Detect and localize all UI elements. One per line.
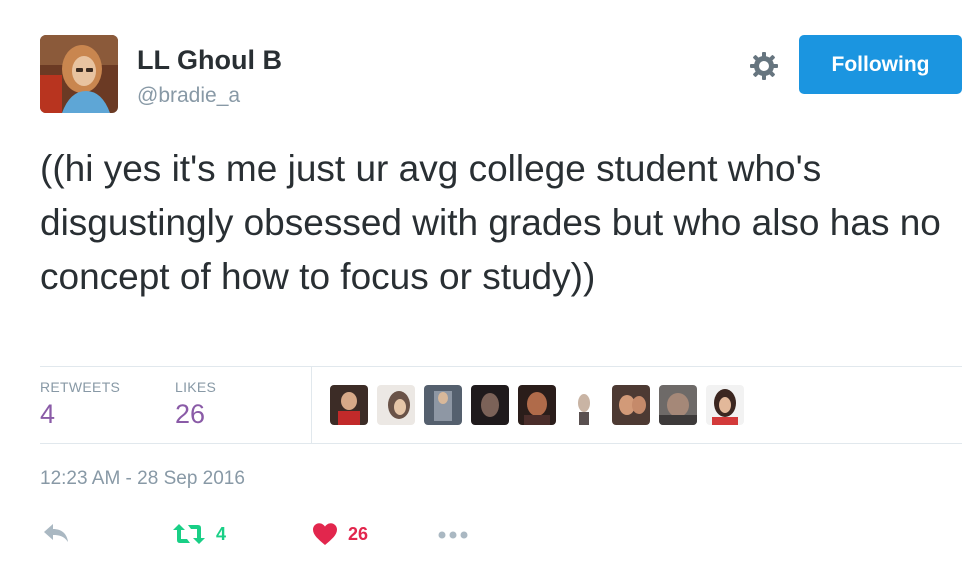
tweet-timestamp[interactable]: 12:23 AM - 28 Sep 2016 (40, 468, 245, 490)
retweets-label[interactable]: RETWEETS (40, 379, 120, 395)
liker-avatar[interactable] (330, 385, 368, 425)
stats-top-divider (40, 366, 962, 367)
likes-count[interactable]: 26 (175, 399, 205, 430)
liker-avatars (330, 385, 744, 427)
avatar[interactable] (40, 35, 118, 113)
retweet-button[interactable]: 4 (172, 522, 226, 546)
retweet-count: 4 (216, 523, 227, 544)
retweets-count[interactable]: 4 (40, 399, 55, 430)
tweet-text: ((hi yes it's me just ur avg college stu… (40, 148, 941, 297)
reply-icon (44, 524, 68, 542)
like-count: 26 (348, 523, 369, 544)
stats-vertical-divider (311, 366, 312, 443)
gear-icon[interactable] (748, 50, 780, 82)
user-handle[interactable]: @bradie_a (137, 84, 240, 108)
liker-avatar[interactable] (518, 385, 556, 425)
like-button[interactable]: 26 (312, 522, 368, 546)
user-display-name[interactable]: LL Ghoul B (137, 45, 282, 76)
reply-button[interactable] (42, 522, 70, 544)
liker-avatar[interactable] (565, 385, 603, 425)
stats-bottom-divider (40, 443, 962, 444)
liker-avatar[interactable] (612, 385, 650, 425)
liker-avatar[interactable] (659, 385, 697, 425)
more-button[interactable] (437, 530, 469, 540)
liker-avatar[interactable] (377, 385, 415, 425)
retweet-icon (173, 524, 205, 544)
heart-icon (313, 523, 337, 545)
likes-label[interactable]: LIKES (175, 379, 216, 395)
liker-avatar[interactable] (471, 385, 509, 425)
following-button[interactable]: Following (799, 35, 962, 94)
liker-avatar[interactable] (706, 385, 744, 425)
more-icon (438, 531, 468, 539)
liker-avatar[interactable] (424, 385, 462, 425)
